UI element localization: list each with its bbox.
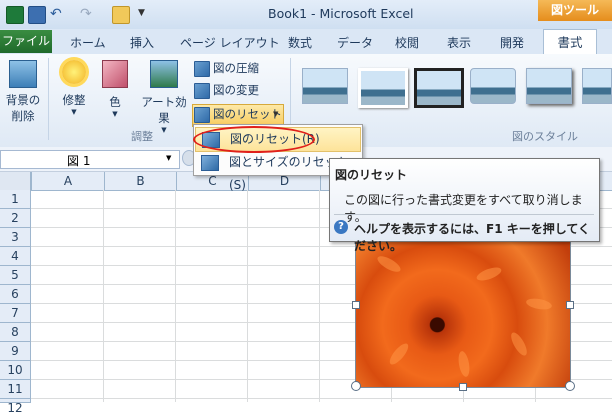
row-header[interactable]: 9	[0, 342, 31, 361]
corrections-button[interactable]: 修整 ▼	[54, 58, 94, 128]
picture-style-3[interactable]	[414, 68, 464, 108]
picture-style-1[interactable]	[302, 68, 348, 104]
grid-line	[319, 190, 320, 402]
reset-dropdown-arrow-icon[interactable]: ▼	[273, 110, 278, 118]
color-icon	[102, 60, 128, 88]
redo-icon[interactable]: ↷	[80, 6, 92, 22]
tab-home[interactable]: ホーム	[70, 34, 106, 51]
resize-handle[interactable]	[352, 301, 360, 309]
undo-icon[interactable]: ↶	[50, 6, 62, 22]
resize-handle[interactable]	[566, 301, 574, 309]
row-header[interactable]: 3	[0, 228, 31, 247]
excel-app-icon[interactable]	[6, 6, 24, 24]
artistic-effects-icon	[150, 60, 178, 88]
group-label-adjust: 調整	[131, 130, 153, 143]
tooltip: 図のリセット この図に行った書式変更をすべて取り消します。 ? ヘルプを表示する…	[329, 158, 600, 253]
highlight-ellipse	[193, 126, 315, 153]
petal-texture	[508, 330, 530, 358]
reset-picture-label: 図のリセット	[213, 107, 282, 121]
remove-background-button[interactable]: 背景の 削除	[2, 58, 44, 128]
remove-background-icon	[9, 60, 37, 88]
resize-handle[interactable]	[459, 383, 467, 391]
row-header[interactable]: 12	[0, 399, 31, 415]
reset-picture-icon	[194, 106, 210, 123]
row-header[interactable]: 6	[0, 285, 31, 304]
picture-style-6[interactable]	[582, 68, 612, 104]
tab-developer[interactable]: 開発	[500, 34, 524, 51]
petal-texture	[456, 350, 472, 378]
column-header-b[interactable]: B	[104, 172, 176, 190]
row-header[interactable]: 10	[0, 361, 31, 380]
change-picture-button[interactable]: 図の変更	[194, 82, 259, 102]
petal-texture	[475, 264, 503, 284]
resize-handle[interactable]	[351, 381, 361, 391]
group-label-picture-styles: 図のスタイル	[512, 130, 578, 143]
row-header[interactable]: 8	[0, 323, 31, 342]
help-icon: ?	[334, 220, 348, 234]
tooltip-divider	[334, 214, 594, 215]
row-header[interactable]: 1	[0, 190, 31, 209]
window-title: Book1 - Microsoft Excel	[268, 6, 414, 21]
picture-style-4[interactable]	[470, 68, 516, 104]
corrections-label: 修整	[62, 93, 86, 107]
row-header[interactable]: 7	[0, 304, 31, 323]
picture-tools-context-label: 図ツール	[538, 0, 612, 21]
tooltip-title: 図のリセット	[335, 168, 408, 182]
grid-line	[103, 190, 104, 402]
row-header[interactable]: 2	[0, 209, 31, 228]
color-label: 色	[109, 95, 121, 109]
tab-review[interactable]: 校閲	[395, 34, 419, 51]
tab-insert[interactable]: 挿入	[130, 34, 154, 51]
row-header[interactable]: 4	[0, 247, 31, 266]
ribbon-separator	[48, 58, 49, 140]
name-box[interactable]: 図 1 ▼	[0, 150, 180, 169]
artistic-effects-label: アート効果	[141, 95, 187, 125]
artistic-effects-button[interactable]: アート効果 ▼	[136, 58, 192, 134]
compress-pictures-icon	[194, 60, 210, 77]
tooltip-help-text: ヘルプを表示するには、F1 キーを押してください。	[354, 222, 591, 253]
reset-picture-size-icon	[201, 155, 219, 171]
corrections-sun-icon	[62, 60, 86, 84]
color-button[interactable]: 色 ▼	[100, 58, 130, 128]
compress-pictures-button[interactable]: 図の圧縮	[194, 60, 259, 80]
petal-texture	[525, 296, 553, 312]
change-picture-icon	[194, 82, 210, 99]
remove-background-label-2: 削除	[11, 109, 35, 123]
tab-formulas[interactable]: 数式	[288, 34, 312, 51]
row-header[interactable]: 11	[0, 380, 31, 399]
tab-file[interactable]: ファイル	[0, 30, 52, 53]
picture-style-2[interactable]	[358, 68, 408, 108]
grid-line	[31, 398, 612, 399]
select-all-corner[interactable]	[0, 172, 31, 191]
tab-data[interactable]: データ	[337, 34, 373, 51]
compress-pictures-label: 図の圧縮	[213, 61, 259, 75]
change-picture-label: 図の変更	[213, 83, 259, 97]
picture-style-5[interactable]	[526, 68, 572, 104]
save-icon[interactable]	[28, 6, 46, 24]
petal-texture	[375, 253, 403, 275]
chevron-down-icon: ▼	[71, 108, 77, 116]
petal-texture	[386, 340, 412, 368]
open-folder-icon[interactable]	[112, 6, 130, 24]
grid-line	[175, 190, 176, 402]
chevron-down-icon[interactable]: ▼	[166, 154, 171, 162]
remove-background-label-1: 背景の	[5, 93, 41, 107]
chevron-down-icon: ▼	[112, 110, 118, 118]
qat-customize-icon[interactable]: ▼	[138, 8, 145, 18]
resize-handle[interactable]	[565, 381, 575, 391]
tab-page-layout[interactable]: ページ レイアウト	[180, 34, 280, 51]
flower-picture[interactable]	[355, 238, 571, 388]
row-header[interactable]: 5	[0, 266, 31, 285]
name-box-value: 図 1	[67, 154, 91, 168]
tab-format[interactable]: 書式	[543, 29, 597, 56]
column-header-a[interactable]: A	[31, 172, 104, 190]
reset-picture-button[interactable]: 図のリセット	[194, 106, 282, 126]
grid-line	[247, 190, 248, 402]
tab-view[interactable]: 表示	[447, 34, 471, 51]
